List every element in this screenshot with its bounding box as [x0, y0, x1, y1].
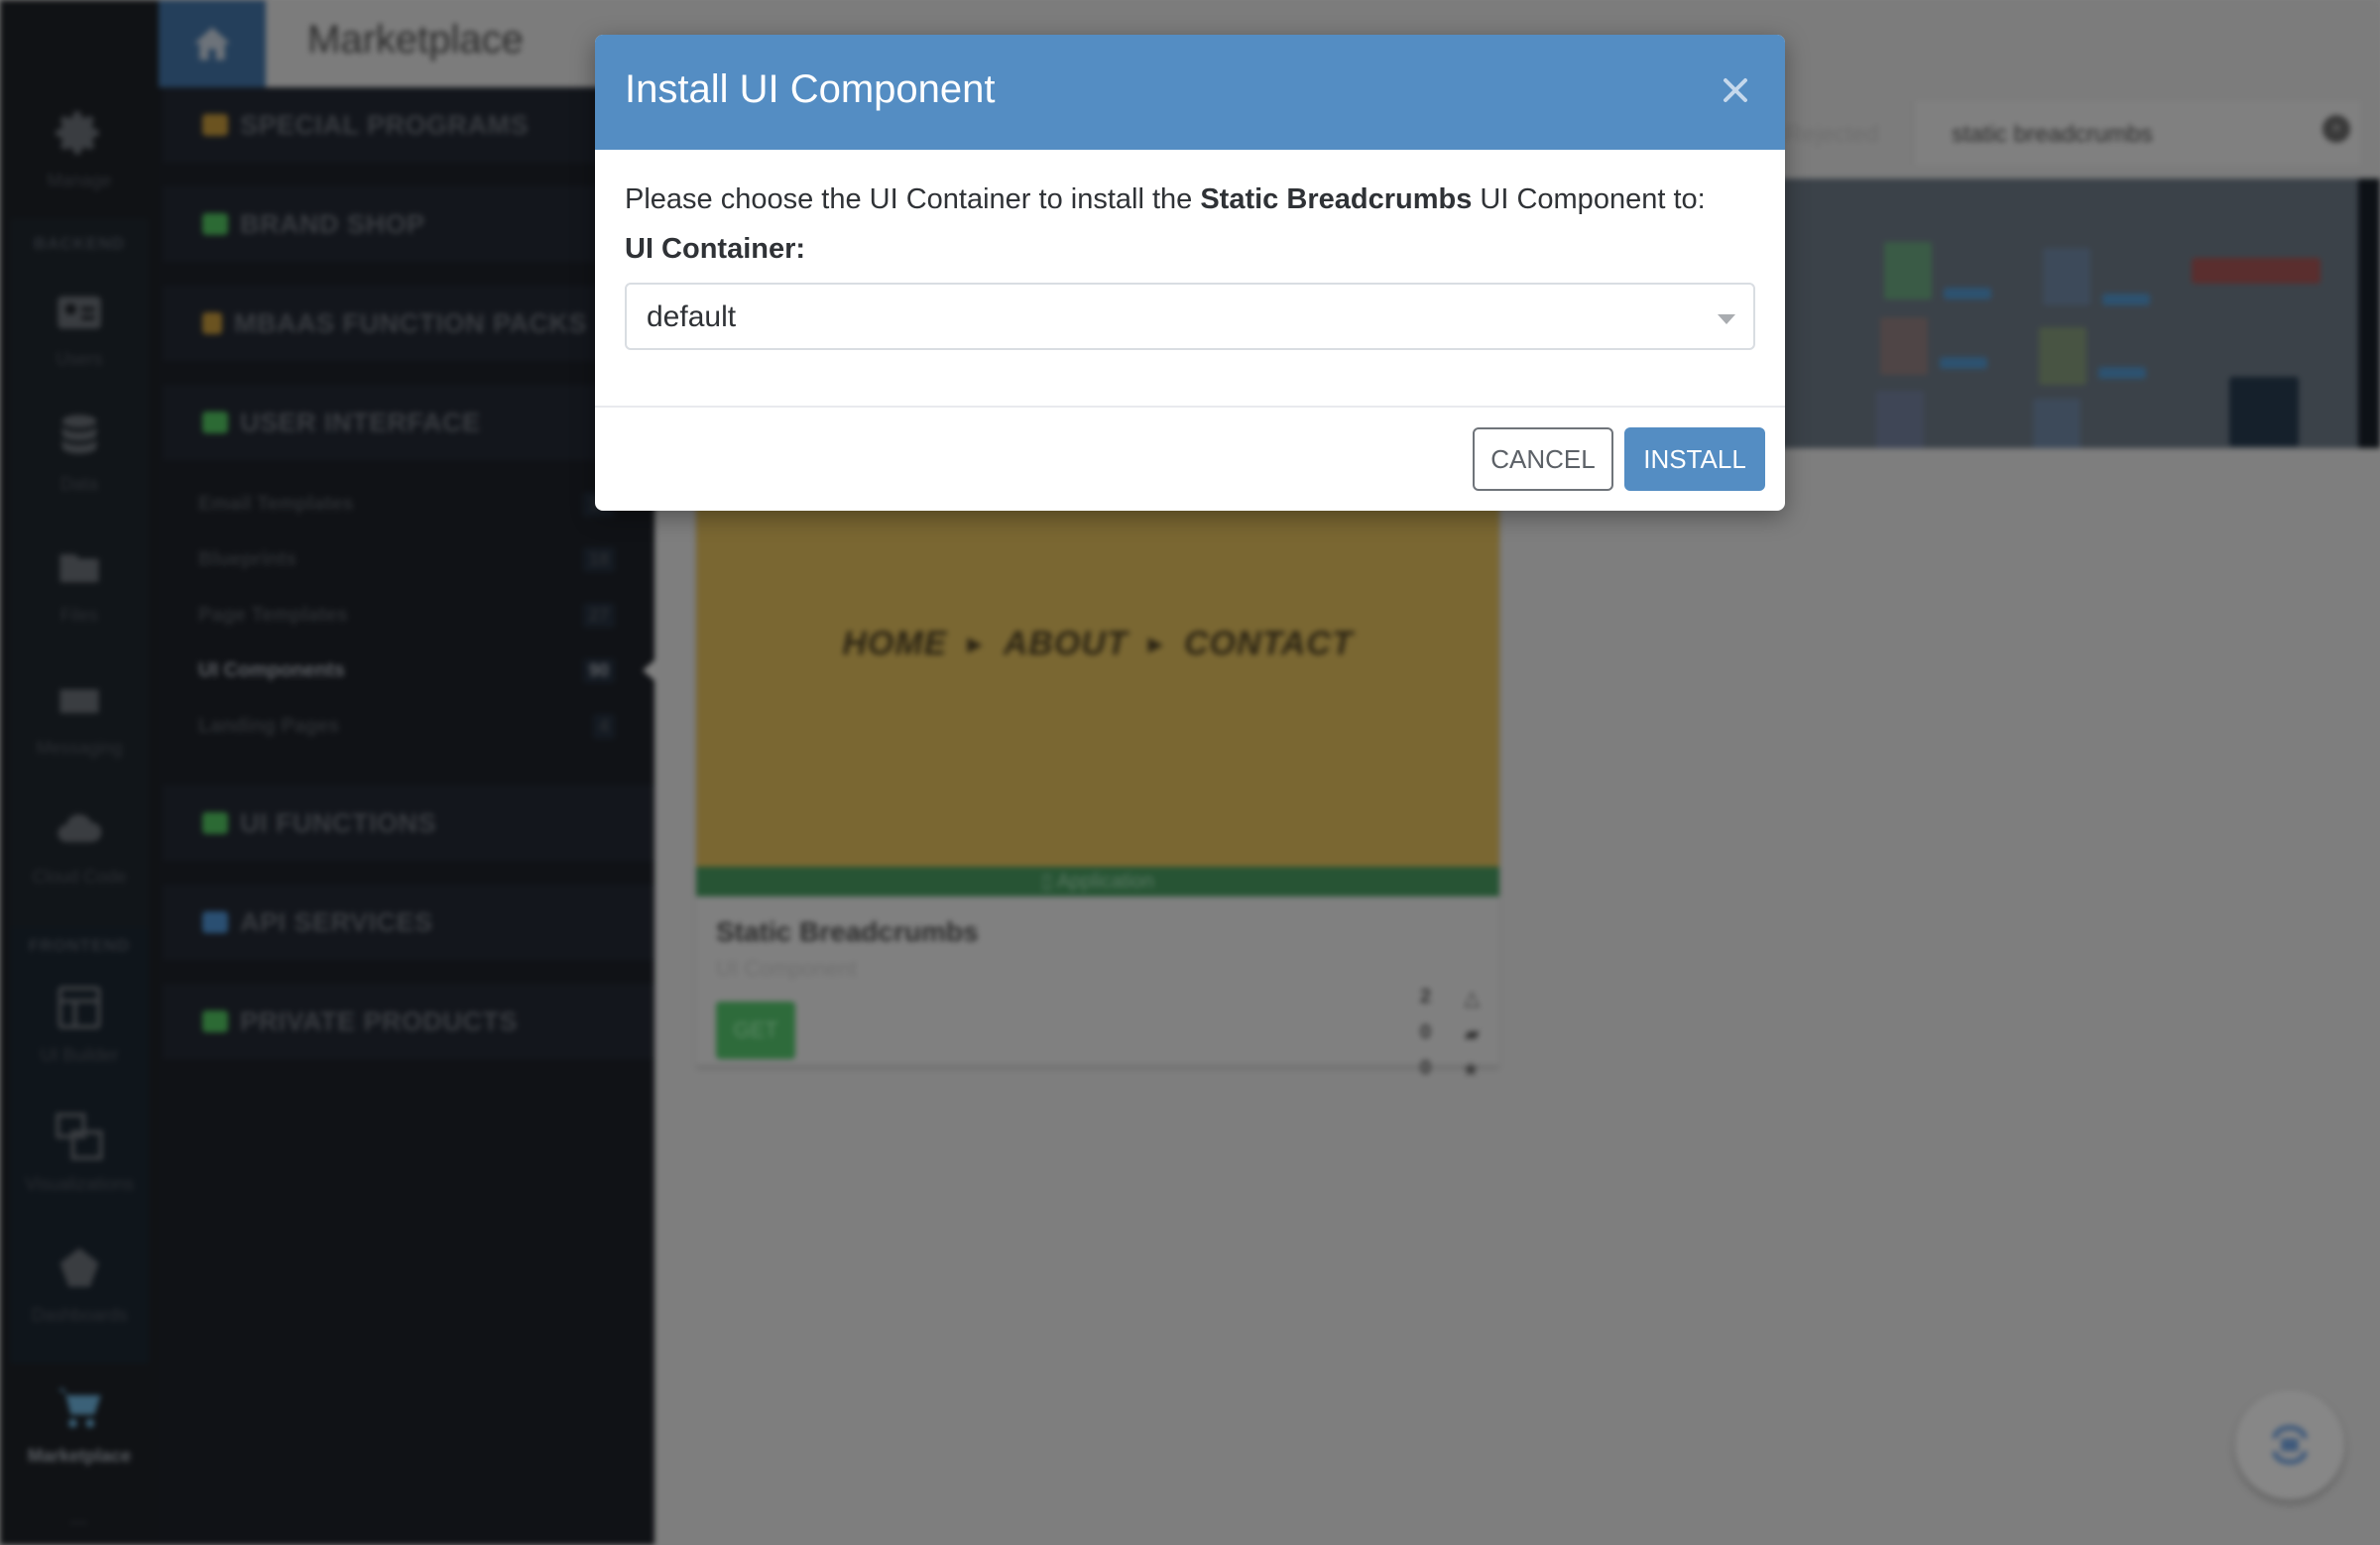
dialog-title: Install UI Component: [625, 67, 996, 111]
close-button[interactable]: [1716, 70, 1755, 110]
install-button[interactable]: INSTALL: [1624, 427, 1765, 491]
footer-divider: [595, 406, 1785, 408]
cancel-button[interactable]: CANCEL: [1473, 427, 1613, 491]
selected-container: default: [647, 300, 737, 333]
ui-container-select[interactable]: default: [625, 283, 1755, 350]
prompt-text: Please choose the UI Container to instal…: [625, 183, 1201, 215]
dialog-prompt: Please choose the UI Container to instal…: [625, 179, 1755, 219]
dialog-header: Install UI Component: [595, 35, 1785, 150]
install-ui-component-dialog: Install UI Component Please choose the U…: [595, 35, 1785, 511]
ui-container-label: UI Container:: [625, 233, 806, 265]
prompt-text: UI Component to:: [1472, 183, 1706, 215]
dialog-body: Please choose the UI Container to instal…: [625, 179, 1755, 350]
component-name: Static Breadcrumbs: [1200, 183, 1473, 215]
close-icon: [1724, 78, 1747, 102]
chevron-down-icon: [1718, 314, 1735, 324]
